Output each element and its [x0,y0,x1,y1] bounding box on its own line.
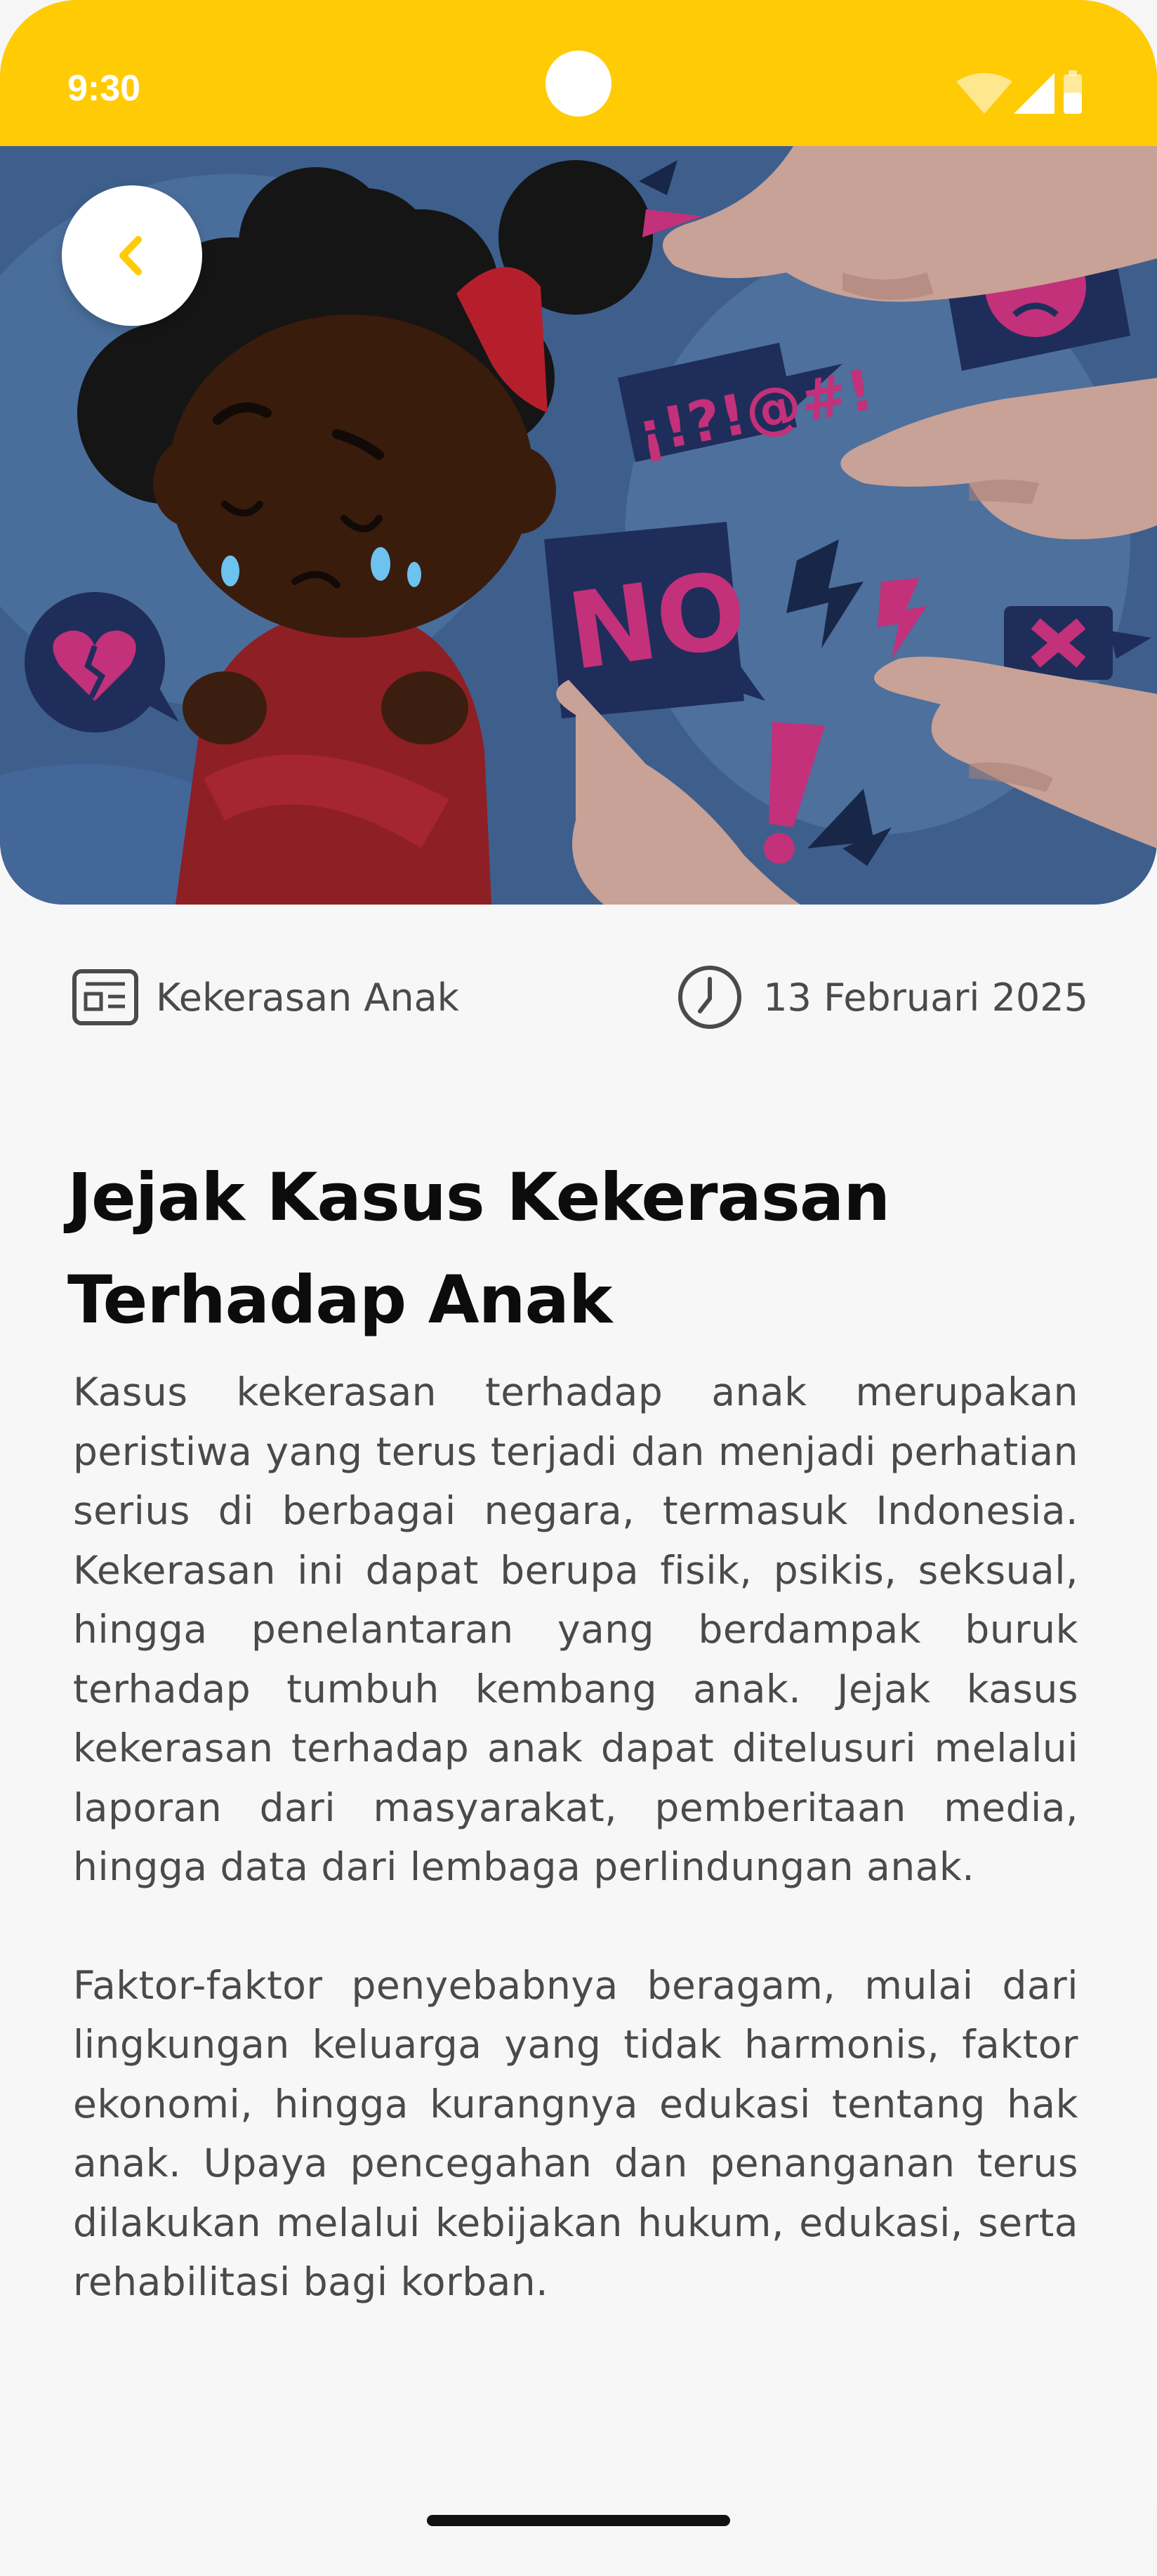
category-label: Kekerasan Anak [156,975,459,1020]
no-bubble-text: NO [561,548,754,695]
article-category: Kekerasan Anak [70,962,459,1032]
home-indicator[interactable] [427,2515,730,2526]
date-label: 13 Februari 2025 [763,975,1088,1020]
article-paragraph: Faktor-faktor penyebabnya beragam, mulai… [73,1962,1078,2305]
newspaper-icon [72,969,138,1025]
no-speech-bubble: NO [544,522,765,718]
back-button[interactable] [62,185,202,326]
clock-icon [678,966,742,1029]
battery-icon [1064,70,1082,114]
wifi-icon [956,73,1012,114]
chevron-left-icon [119,236,142,275]
camera-cutout [546,51,611,117]
article-date: 13 Februari 2025 [676,962,1088,1032]
phone-screen: 9:30 ¡!?!@#! NO Kekerasan Anak 13 Februa… [0,0,1157,2576]
status-icons [956,69,1090,118]
status-bar: 9:30 [0,0,1157,147]
article-paragraph: Kasus kekerasan terhadap anak merupakan … [73,1369,1078,1889]
article-title: Jejak Kasus Kekerasan Terhadap Anak [67,1159,890,1339]
article-meta: Kekerasan Anak 13 Februari 2025 [70,962,1088,1032]
article-body: Kasus kekerasan terhadap anak merupakan … [73,1362,1078,2312]
cellular-signal-icon [1014,73,1054,114]
status-time: 9:30 [67,68,141,109]
